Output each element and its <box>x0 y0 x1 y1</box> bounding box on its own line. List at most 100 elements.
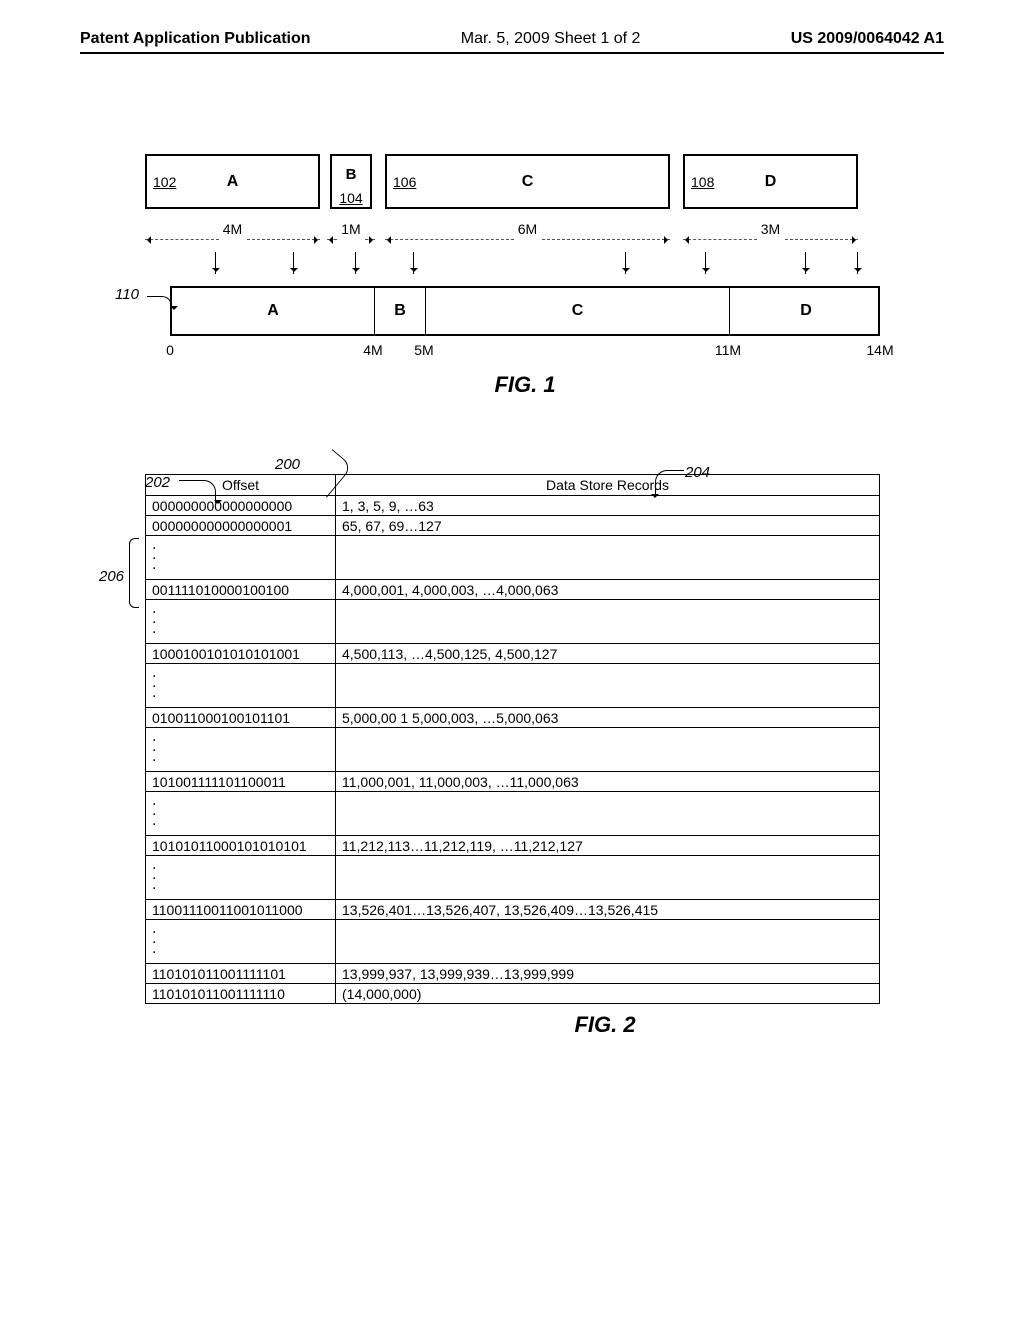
fig1-caption: FIG. 1 <box>494 372 555 398</box>
ref-206-label: 206 <box>99 568 124 585</box>
figure-2: 200 202 204 206 Offset Data Store Record… <box>145 474 905 1038</box>
cell-offset: 010011000100101101 <box>146 708 336 728</box>
block-ref: 102 <box>153 174 176 190</box>
cell-records: 5,000,00 1 5,000,003, …5,000,063 <box>336 708 880 728</box>
span-label: 4M <box>219 221 246 237</box>
header-right: US 2009/0064042 A1 <box>791 30 944 48</box>
arrow-right-icon <box>365 239 375 240</box>
fig1-combined-seg-d: D <box>730 288 882 334</box>
table-row: ... <box>146 600 880 644</box>
fig1-span-4M: 4M <box>145 229 320 249</box>
cell-offset: ... <box>146 856 336 900</box>
ref-206: 206 <box>99 568 124 585</box>
table-row: 1010101100010101010111,212,113…11,212,11… <box>146 836 880 856</box>
down-arrow-icon <box>215 252 216 274</box>
cell-records <box>336 728 880 772</box>
cell-offset: 11001110011001011000 <box>146 900 336 920</box>
table-row: ... <box>146 664 880 708</box>
span-label: 1M <box>337 221 364 237</box>
table-row: ... <box>146 856 880 900</box>
table-row: 10100111110110001111,000,001, 11,000,003… <box>146 772 880 792</box>
ref-202: 202 <box>145 474 170 491</box>
down-arrow-icon <box>857 252 858 274</box>
fig1-block-c: 106 C <box>385 154 670 209</box>
cell-offset: ... <box>146 664 336 708</box>
span-label: 3M <box>757 221 784 237</box>
fig1-tick: 4M <box>363 342 382 358</box>
cell-records: 13,526,401…13,526,407, 13,526,409…13,526… <box>336 900 880 920</box>
arrow-right-icon <box>785 239 859 240</box>
block-label: D <box>765 173 777 191</box>
cell-records <box>336 856 880 900</box>
cell-records <box>336 920 880 964</box>
table-row: ... <box>146 728 880 772</box>
cell-offset: 101001111101100011 <box>146 772 336 792</box>
fig1-span-6M: 6M <box>385 229 670 249</box>
page: Patent Application Publication Mar. 5, 2… <box>80 30 944 1038</box>
brace-icon <box>129 538 139 608</box>
table-header-row: Offset Data Store Records <box>146 475 880 496</box>
ref-110-label: 110 <box>115 286 139 303</box>
down-arrow-icon <box>355 252 356 274</box>
arrow-left-icon <box>145 239 219 240</box>
ref-204: 204 <box>685 464 710 481</box>
header-mid: Mar. 5, 2009 Sheet 1 of 2 <box>461 30 641 48</box>
block-ref: 108 <box>691 174 714 190</box>
cell-records: 11,212,113…11,212,119, …11,212,127 <box>336 836 880 856</box>
table-row: 110101011001111110(14,000,000) <box>146 984 880 1004</box>
table-row: ... <box>146 920 880 964</box>
fig1-tick: 14M <box>866 342 893 358</box>
cell-offset: 000000000000000000 <box>146 496 336 516</box>
table-row: 00000000000000000165, 67, 69…127 <box>146 516 880 536</box>
cell-offset: ... <box>146 792 336 836</box>
cell-offset: 1000100101010101001 <box>146 644 336 664</box>
fig2-caption: FIG. 2 <box>305 1012 905 1038</box>
table-row: ... <box>146 792 880 836</box>
header: Patent Application Publication Mar. 5, 2… <box>80 30 944 54</box>
down-arrow-icon <box>293 252 294 274</box>
ref-202-label: 202 <box>145 474 170 491</box>
cell-records: (14,000,000) <box>336 984 880 1004</box>
fig1-block-a: 102 A <box>145 154 320 209</box>
cell-records: 4,000,001, 4,000,003, …4,000,063 <box>336 580 880 600</box>
block-label: C <box>522 173 534 191</box>
cell-records: 11,000,001, 11,000,003, …11,000,063 <box>336 772 880 792</box>
cell-offset: 001111010000100100 <box>146 580 336 600</box>
cell-offset: ... <box>146 536 336 580</box>
fig1-combined-block: ABCD <box>170 286 880 336</box>
cell-offset: 10101011000101010101 <box>146 836 336 856</box>
cell-records <box>336 792 880 836</box>
ref-200: 200 <box>275 456 300 473</box>
fig1-span-row: 4M 1M 6M 3M <box>145 229 905 249</box>
fig1-block-d: 108 D <box>683 154 858 209</box>
fig2-table: Offset Data Store Records 00000000000000… <box>145 474 880 1004</box>
down-arrow-icon <box>413 252 414 274</box>
fig1-combined-seg-c: C <box>426 288 730 334</box>
cell-offset: ... <box>146 728 336 772</box>
table-row: 11010101100111110113,999,937, 13,999,939… <box>146 964 880 984</box>
cell-records: 13,999,937, 13,999,939…13,999,999 <box>336 964 880 984</box>
figure-1: 102AB104106C108D 4M1M6M3M 110 ABCD 04M5M… <box>145 154 905 444</box>
table-row: 1100111001100101100013,526,401…13,526,40… <box>146 900 880 920</box>
table-row: 0011110100001001004,000,001, 4,000,003, … <box>146 580 880 600</box>
table-row: 0100110001001011015,000,00 1 5,000,003, … <box>146 708 880 728</box>
down-arrow-icon <box>805 252 806 274</box>
fig1-tick: 0 <box>166 342 174 358</box>
cell-offset: 110101011001111110 <box>146 984 336 1004</box>
fig1-span-3M: 3M <box>683 229 858 249</box>
table-row: 10001001010101010014,500,113, …4,500,125… <box>146 644 880 664</box>
cell-records: 4,500,113, …4,500,125, 4,500,127 <box>336 644 880 664</box>
ref-110: 110 <box>115 286 139 303</box>
ref-204-label: 204 <box>685 464 710 481</box>
fig1-span-1M: 1M <box>327 229 375 249</box>
block-ref: 106 <box>393 174 416 190</box>
block-label: B <box>346 166 357 183</box>
block-label: A <box>227 173 239 191</box>
arrow-tip-icon <box>214 500 222 508</box>
block-ref: 104 <box>339 190 362 206</box>
cell-offset: ... <box>146 920 336 964</box>
arrow-tip-icon <box>651 494 659 502</box>
fig1-down-arrows <box>145 252 905 282</box>
table-row: 0000000000000000001, 3, 5, 9, …63 <box>146 496 880 516</box>
fig1-block-b: B 104 <box>330 154 372 209</box>
